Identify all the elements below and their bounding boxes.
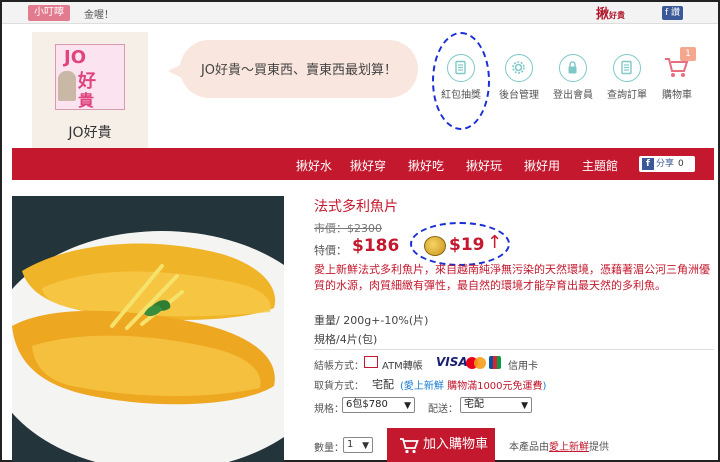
shipping-note-brand[interactable]: 愛上新鮮	[404, 381, 444, 392]
header-link-logout[interactable]: 登出會員	[544, 54, 602, 101]
delivery-select-label: 配送：	[428, 404, 458, 415]
add-to-cart-label: 加入購物車	[423, 437, 489, 452]
header-link-admin[interactable]: 後台管理	[490, 54, 548, 101]
icon-label: 紅包抽獎	[441, 90, 481, 101]
logo-jo: JO	[64, 47, 86, 68]
qty-value: 1	[347, 439, 354, 450]
nav-item[interactable]: 揪好玩	[466, 157, 502, 174]
divider	[314, 349, 714, 350]
header-link-red-envelope-draw[interactable]: 紅包抽獎	[432, 54, 490, 101]
provider-link[interactable]: 愛上新鮮	[549, 442, 589, 453]
product-spec: 規格/4片(包)	[314, 333, 378, 346]
slogan-bubble: JO好貴～買東西、賣東西最划算！	[168, 40, 418, 98]
provider-note: 本產品由愛上新鮮提供	[509, 438, 609, 453]
icon-label: 後台管理	[499, 90, 539, 101]
cart-icon	[400, 438, 419, 454]
lock-icon	[559, 54, 587, 82]
jcb-icon	[489, 356, 501, 369]
shipping-note: (愛上新鮮 購物滿1000元免運費)	[400, 377, 546, 392]
header-link-cart[interactable]: 購物車	[648, 54, 706, 101]
nav-item[interactable]: 揪好穿	[350, 157, 386, 174]
share-logo[interactable]: 揪好貴	[596, 3, 625, 22]
fb-share-count: 0	[678, 159, 684, 169]
site-logo[interactable]: JO 好 貴 JO好貴	[32, 32, 148, 148]
slogan-text: JO好貴～買東西、賣東西最划算！	[200, 63, 398, 78]
product-photo	[12, 196, 284, 462]
logo-portrait	[58, 71, 76, 101]
reminder-text: 金喔！	[84, 10, 114, 21]
visa-logo: VISA	[436, 355, 468, 369]
nav-item[interactable]: 主題館	[582, 157, 618, 174]
payment-label: 結帳方式：	[314, 361, 364, 372]
logo-gui: 貴	[78, 91, 95, 110]
coin-price: $19	[449, 235, 485, 255]
sale-price-label: 特價：	[314, 244, 347, 257]
add-to-cart-button[interactable]: 加入購物車	[387, 428, 495, 462]
spec-select[interactable]: 6包$780 ▼	[342, 397, 415, 413]
icon-label: 登出會員	[553, 90, 593, 101]
sale-price: $186	[352, 236, 400, 256]
document-icon	[447, 54, 475, 82]
coin-icon	[424, 236, 446, 256]
chevron-down-icon: ▼	[521, 401, 528, 411]
delivery-select[interactable]: 宅配 ▼	[460, 397, 532, 413]
logo-image: JO 好 貴	[55, 44, 125, 110]
nav-item[interactable]: 揪好吃	[408, 157, 444, 174]
nav-item[interactable]: 揪好用	[524, 157, 560, 174]
payment-atm: ATM轉帳	[382, 361, 423, 372]
document-icon	[613, 54, 641, 82]
gear-icon	[505, 54, 533, 82]
product-description: 愛上新鮮法式多利魚片，來自越南純淨無污染的天然環境，憑藉著湄公河三角洲優質的水源…	[314, 263, 710, 292]
fb-share-button[interactable]: f 分享 0	[639, 156, 695, 172]
spec-select-label: 規格：	[314, 404, 344, 415]
product-title: 法式多利魚片	[314, 199, 398, 215]
shipping-note-rest: 購物滿1000元免運費	[443, 381, 543, 392]
fb-share-label: 分享	[656, 159, 675, 169]
share-logo-sub: 好貴	[609, 11, 626, 20]
chevron-down-icon: ▼	[362, 441, 369, 451]
delivery-select-value: 宅配	[464, 399, 484, 410]
fb-like-button[interactable]: f 讚	[662, 6, 684, 20]
mastercard-icon	[466, 357, 486, 369]
top-bar: 小叮嚀 金喔！ 揪好貴 f 讚	[2, 2, 718, 24]
shipping-note-close: )	[542, 381, 547, 392]
chevron-down-icon: ▼	[404, 401, 411, 411]
main-nav: 揪好水 揪好穿 揪好吃 揪好玩 揪好用 主題館	[12, 148, 714, 180]
provider-prefix: 本產品由	[509, 442, 549, 453]
cart-count-badge: 1	[680, 47, 696, 61]
nav-item[interactable]: 揪好水	[296, 157, 332, 174]
quantity-select[interactable]: 1 ▼	[343, 437, 373, 453]
product-weight: 重量/ 200g+-10%(片)	[314, 314, 429, 327]
facebook-icon: f	[642, 158, 654, 170]
icon-label: 購物車	[662, 90, 692, 101]
atm-icon	[364, 356, 378, 368]
logo-name: JO好貴	[68, 125, 112, 141]
reminder-tag: 小叮嚀	[28, 5, 70, 21]
share-logo-main: 揪	[596, 7, 610, 22]
shipping-label: 取貨方式：	[314, 381, 364, 392]
qty-label: 數量：	[314, 443, 344, 454]
arrow-up-icon: ↑	[487, 232, 503, 253]
spec-select-value: 6包$780	[346, 399, 388, 410]
provider-suffix: 提供	[589, 442, 609, 453]
original-price: 市價：$2300	[314, 222, 382, 235]
payment-credit-card: 信用卡	[508, 361, 538, 372]
shipping-method: 宅配	[372, 378, 394, 391]
